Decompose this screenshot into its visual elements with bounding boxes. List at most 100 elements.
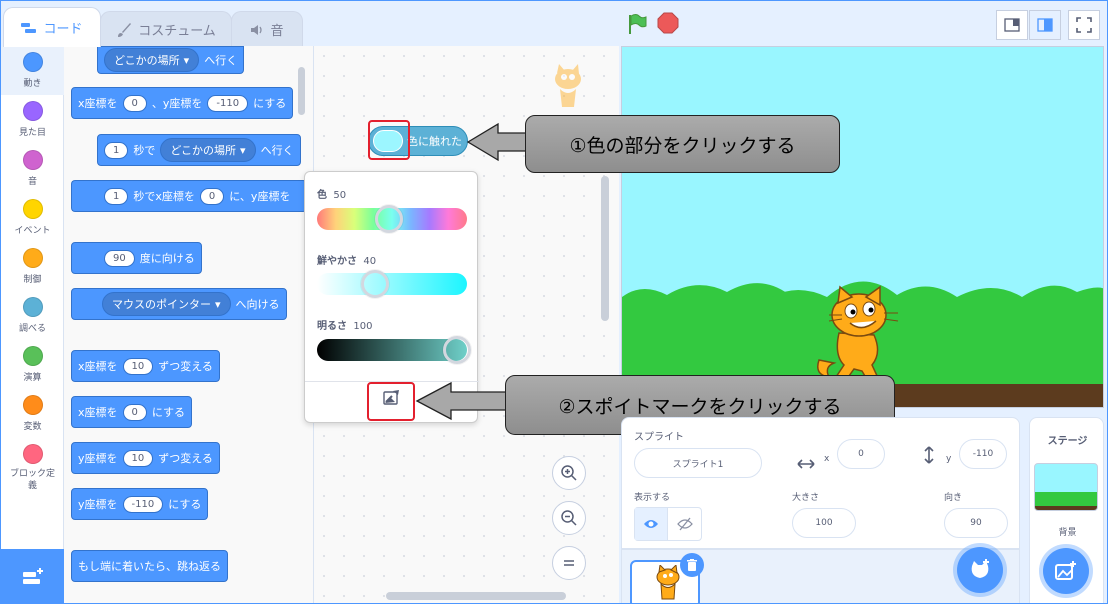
block-point-direction[interactable]: 90 度に向ける [71,242,202,274]
category-variables[interactable]: 変数 [1,389,64,438]
stage-canvas[interactable] [621,46,1104,408]
block-goto[interactable]: どこかの場所 ▾ へ行く [97,46,245,74]
cat-add-icon [971,559,989,578]
block-point-towards[interactable]: マウスのポインター ▾ へ向ける [71,288,287,320]
tab-costume-label: コスチューム [138,24,216,39]
category-control[interactable]: 制御 [1,242,64,291]
size-input[interactable]: 100 [792,508,856,538]
x-arrows-icon [797,454,815,473]
glidexy-x-input[interactable]: 0 [199,187,225,205]
gotoxy-x-input[interactable]: 0 [122,94,147,112]
control-dot-icon [22,248,43,268]
block-text: にする [151,406,186,419]
block-text: 度に向ける [139,252,195,265]
tab-code[interactable]: コード [3,7,101,47]
block-text: y座標を [78,452,118,465]
gotoxy-y-input[interactable]: -110 [207,94,249,112]
tab-sound[interactable]: 音 [231,11,303,47]
workspace-vertical-scrollbar[interactable] [601,176,609,321]
add-sprite-button[interactable] [957,547,1003,593]
goto-dropdown[interactable]: どこかの場所 ▾ [104,48,200,72]
block-text: にする [253,97,287,110]
workspace-horizontal-scrollbar[interactable] [386,592,566,600]
change-x-input[interactable]: 10 [122,357,154,375]
tab-costume[interactable]: コスチューム [100,11,232,47]
glide-dropdown[interactable]: どこかの場所 ▾ [160,138,256,162]
glide-secs-input[interactable]: 1 [104,141,129,159]
small-stage-button[interactable] [996,10,1028,40]
category-looks[interactable]: 見た目 [1,95,64,144]
block-text: 、y座標を [151,97,203,110]
add-backdrop-button[interactable] [1043,548,1089,594]
category-events[interactable]: イベント [1,193,64,242]
backdrop-thumbnail[interactable] [1034,463,1098,511]
zoom-out-button[interactable] [552,501,586,535]
show-hidden-button[interactable] [668,508,701,540]
show-label: 表示する [634,493,671,503]
hue-slider[interactable] [317,205,467,233]
add-extension-button[interactable] [1,549,64,603]
code-icon [21,22,37,34]
category-label: 音 [27,177,37,187]
category-operators[interactable]: 演算 [1,340,64,389]
category-motion[interactable]: 動き [1,46,64,95]
hue-slider-knob[interactable] [375,205,403,233]
block-change-x[interactable]: x座標を 10 ずつ変える [71,350,220,382]
show-visible-button[interactable] [635,508,669,540]
eye-hidden-icon [676,517,693,531]
direction-label: 向き [944,493,963,503]
block-text: に、y座標を [229,190,291,203]
fullscreen-button[interactable] [1068,10,1100,40]
saturation-slider-knob[interactable] [361,270,390,298]
events-dot-icon [22,199,43,219]
block-glide-xy[interactable]: 1 秒でx座標を 0 に、y座標を [97,180,307,212]
block-change-y[interactable]: y座標を 10 ずつ変える [71,442,220,474]
category-myblocks[interactable]: ブロック定義 [1,438,64,496]
block-glide[interactable]: 1 秒で どこかの場所 ▾ へ行く [97,134,301,166]
saturation-label-row: 鮮やかさ 40 [317,252,376,267]
sound-dot-icon [22,150,43,170]
delete-sprite-button[interactable] [680,553,704,577]
eye-icon [644,520,658,528]
pointto-dropdown[interactable]: マウスのポインター ▾ [102,292,231,316]
category-label: ブロック定義 [9,469,55,491]
sensing-dot-icon [22,297,43,317]
block-text: x座標を [78,97,118,110]
green-flag-icon[interactable] [626,13,648,39]
saturation-slider[interactable] [317,270,467,298]
set-x-input[interactable]: 0 [122,403,147,421]
glidexy-secs-input[interactable]: 1 [104,187,129,205]
set-y-input[interactable]: -110 [122,495,164,513]
zoom-in-button[interactable] [552,456,586,490]
block-text: へ行く [260,144,294,157]
thumb-grass [1035,492,1097,506]
block-set-x[interactable]: x座標を 0 にする [71,396,193,428]
category-sensing[interactable]: 調べる [1,291,64,340]
stage-panel-title: ステージ [1047,436,1088,447]
highlight-eyedropper-box [367,382,415,421]
block-goto-xy[interactable]: x座標を 0 、y座標を -110 にする [71,87,294,119]
large-stage-button[interactable] [1029,10,1061,40]
palette-scrollbar[interactable] [298,67,305,115]
direction-input[interactable]: 90 [104,249,135,267]
looks-dot-icon [22,101,43,121]
block-text: x座標を [78,360,118,373]
block-bounce[interactable]: もし端に着いたら、跳ね返る [71,550,228,582]
block-text: にする [168,498,202,511]
direction-input[interactable]: 90 [944,508,1008,538]
trash-icon [687,559,697,571]
stop-icon[interactable] [657,12,679,38]
cat-sprite-icon[interactable] [814,285,904,385]
sprite-name-input[interactable]: スプライト1 [634,448,762,478]
change-y-input[interactable]: 10 [122,449,154,467]
category-label: 演算 [23,373,42,383]
x-input[interactable]: 0 [837,439,885,469]
y-input[interactable]: -110 [959,439,1007,469]
block-set-y[interactable]: y座標を -110 にする [71,488,209,520]
brightness-slider-knob[interactable] [443,336,471,364]
tab-code-label: コード [43,22,83,37]
saturation-label: 鮮やかさ [317,256,357,267]
zoom-reset-button[interactable] [552,546,586,580]
category-sound[interactable]: 音 [1,144,64,193]
brightness-slider[interactable] [317,336,471,364]
